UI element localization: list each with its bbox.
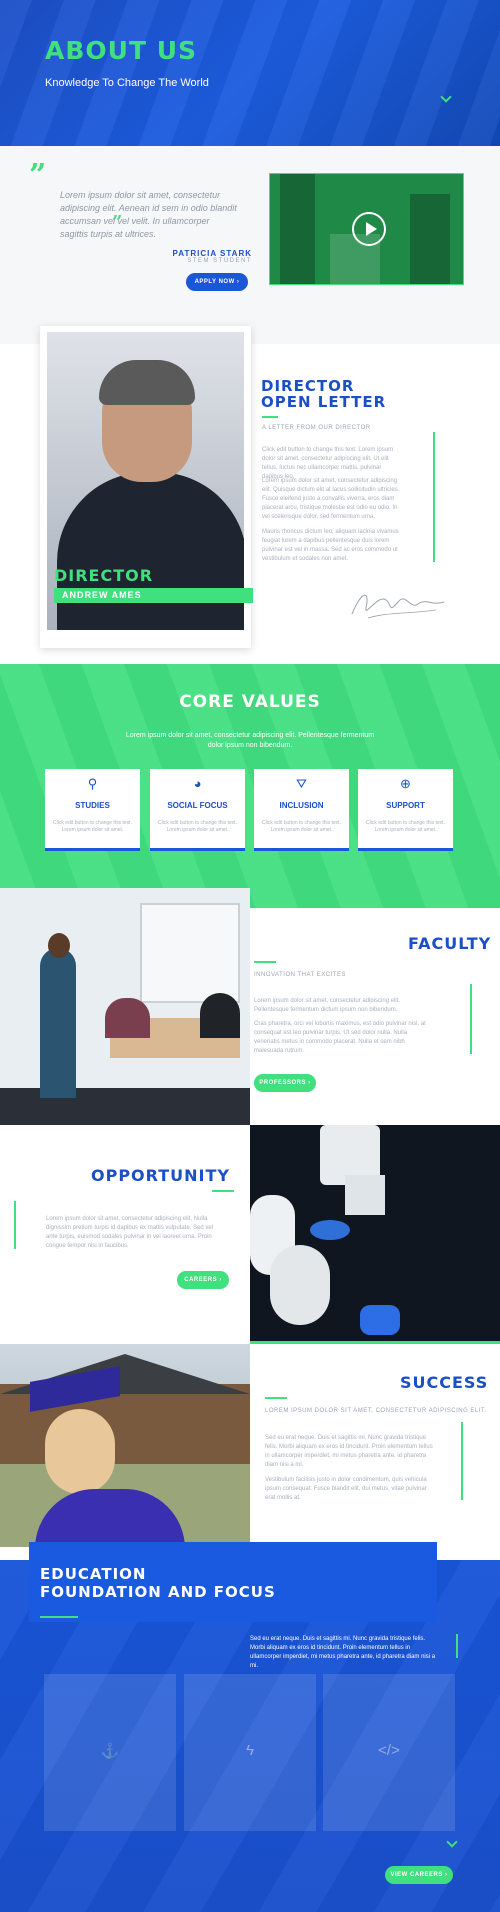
value-card-social-focus[interactable]: ◕ SOCIAL FOCUS Click edit button to chan…	[150, 769, 245, 848]
code-icon: </>	[378, 1742, 400, 1759]
value-card-desc: Click edit button to change this text. L…	[262, 820, 341, 833]
pin-icon: ⚲	[87, 776, 98, 791]
signature-image	[351, 594, 445, 619]
core-values-title: CORE VALUES	[179, 692, 321, 712]
professors-button[interactable]: PROFESSORS ›	[254, 1074, 316, 1092]
opportunity-photo	[250, 1125, 500, 1344]
success-kicker: LOREM IPSUM DOLOR SIT AMET, CONSECTETUR …	[265, 1408, 487, 1414]
director-heading-line2: OPEN LETTER	[261, 393, 387, 411]
photo-graduate-face	[45, 1409, 115, 1494]
network-icon: ⛛	[296, 776, 307, 791]
faculty-paragraph-2: Cras pharetra, orci vel lobortis maximus…	[254, 1021, 426, 1054]
opportunity-paragraph: Lorem ipsum dolor sit amet, consectetur …	[46, 1216, 214, 1249]
value-card-title: STUDIES	[75, 801, 110, 810]
page-title: ABOUT US	[45, 36, 198, 65]
faculty-photo	[0, 888, 250, 1125]
photo-hair	[99, 360, 195, 405]
director-paragraph-3: Mauris rhoncus dictum leo, aliquam lacin…	[262, 529, 399, 562]
value-card-studies[interactable]: ⚲ STUDIES Click edit button to change th…	[45, 769, 140, 848]
video-figure	[280, 174, 315, 284]
value-card-support[interactable]: ⊕ SUPPORT Click edit button to change th…	[358, 769, 453, 848]
careers-button[interactable]: CAREERS ›	[177, 1271, 229, 1289]
photo-student	[200, 993, 240, 1038]
education-box-1[interactable]: ⚓	[44, 1674, 176, 1831]
value-card-title: SUPPORT	[386, 801, 425, 810]
quote-icon: ”	[29, 158, 47, 193]
director-kicker: A LETTER FROM OUR DIRECTOR	[262, 425, 371, 431]
photo-student	[105, 998, 150, 1038]
photo-suit	[57, 472, 244, 630]
photo-floor	[0, 1088, 250, 1125]
director-photo-title: DIRECTOR	[54, 566, 154, 585]
director-photo	[47, 332, 244, 630]
video-figure	[410, 194, 450, 284]
education-title-line1: EDUCATION	[40, 1565, 147, 1583]
page: ABOUT US Knowledge To Change The World ”…	[0, 0, 500, 1912]
author-role: STEM STUDENT	[187, 258, 252, 264]
success-title: SUCCESS	[400, 1373, 489, 1392]
photo-glove	[360, 1305, 400, 1335]
accent-bar	[456, 1634, 458, 1658]
accent-bar	[461, 1422, 463, 1500]
director-paragraph-2: Lorem ipsum dolor sit amet, consectetur …	[262, 478, 400, 520]
bolt-icon: ϟ	[246, 1742, 254, 1759]
accent-bar	[470, 984, 472, 1054]
photo-window	[140, 903, 240, 1003]
accent-line	[40, 1616, 78, 1618]
education-paragraph: Sed eu erat neque. Duis et sagittis mi. …	[250, 1636, 436, 1669]
author-name: PATRICIA STARK	[172, 249, 252, 258]
value-card-title: INCLUSION	[279, 801, 324, 810]
hero-banner: ABOUT US Knowledge To Change The World	[0, 0, 500, 146]
value-card-desc: Click edit button to change this text. L…	[158, 820, 237, 833]
page-subtitle: Knowledge To Change The World	[45, 77, 209, 89]
photo-teacher	[40, 948, 76, 1098]
hero-texture	[0, 0, 500, 146]
accent-bar	[433, 432, 435, 562]
opportunity-title: OPPORTUNITY	[91, 1166, 231, 1185]
value-card-desc: Click edit button to change this text. L…	[53, 820, 132, 833]
director-photo-card: DIRECTOR ANDREW AMES	[40, 326, 253, 648]
education-title: EDUCATION FOUNDATION AND FOCUS	[40, 1565, 276, 1601]
core-values-lead: Lorem ipsum dolor sit amet, consectetur …	[125, 732, 375, 749]
photo-teacher-head	[48, 933, 70, 958]
photo-sample-light	[310, 1220, 350, 1240]
accent-line	[254, 961, 276, 963]
education-title-line2: FOUNDATION AND FOCUS	[40, 1583, 276, 1601]
education-box-2[interactable]: ϟ	[184, 1674, 316, 1831]
photo-gown	[35, 1489, 185, 1547]
play-icon[interactable]	[352, 212, 386, 246]
value-card-inclusion[interactable]: ⛛ INCLUSION Click edit button to change …	[254, 769, 349, 848]
success-paragraph-2: Vestibulum facilisis justo in dolor cond…	[265, 1477, 427, 1501]
video-player[interactable]	[269, 173, 464, 285]
accent-line	[250, 1341, 500, 1344]
director-heading-line1: DIRECTOR	[261, 377, 355, 395]
faculty-title: FACULTY	[408, 934, 492, 953]
value-card-desc: Click edit button to change this text. L…	[366, 820, 445, 833]
apply-now-button[interactable]: APPLY NOW ›	[186, 273, 248, 291]
success-paragraph-1: Sed eu erat neque. Duis et sagittis mi. …	[265, 1435, 433, 1468]
photo-microscope	[345, 1175, 385, 1215]
director-heading: DIRECTOR OPEN LETTER	[261, 378, 386, 410]
accent-line	[265, 1397, 287, 1399]
value-card-title: SOCIAL FOCUS	[167, 801, 228, 810]
graduate-photo	[0, 1344, 250, 1547]
accent-line	[262, 416, 278, 418]
support-icon: ⊕	[400, 776, 411, 791]
faculty-kicker: INNOVATION THAT EXCITES	[254, 972, 346, 978]
testimonial-author: PATRICIA STARK STEM STUDENT	[150, 249, 252, 264]
faculty-paragraph-1: Lorem ipsum dolor sit amet, consectetur …	[254, 998, 401, 1013]
globe-icon: ◕	[193, 776, 202, 791]
testimonial-text: Lorem ipsum dolor sit amet, consectetur …	[60, 190, 237, 239]
anchor-icon: ⚓	[100, 1743, 120, 1760]
accent-line	[212, 1190, 234, 1192]
view-careers-button[interactable]: VIEW CAREERS ›	[385, 1866, 453, 1884]
director-photo-name: ANDREW AMES	[54, 588, 253, 603]
accent-bar	[14, 1201, 16, 1249]
education-box-3[interactable]: </>	[323, 1674, 455, 1831]
photo-microscope	[270, 1245, 330, 1325]
